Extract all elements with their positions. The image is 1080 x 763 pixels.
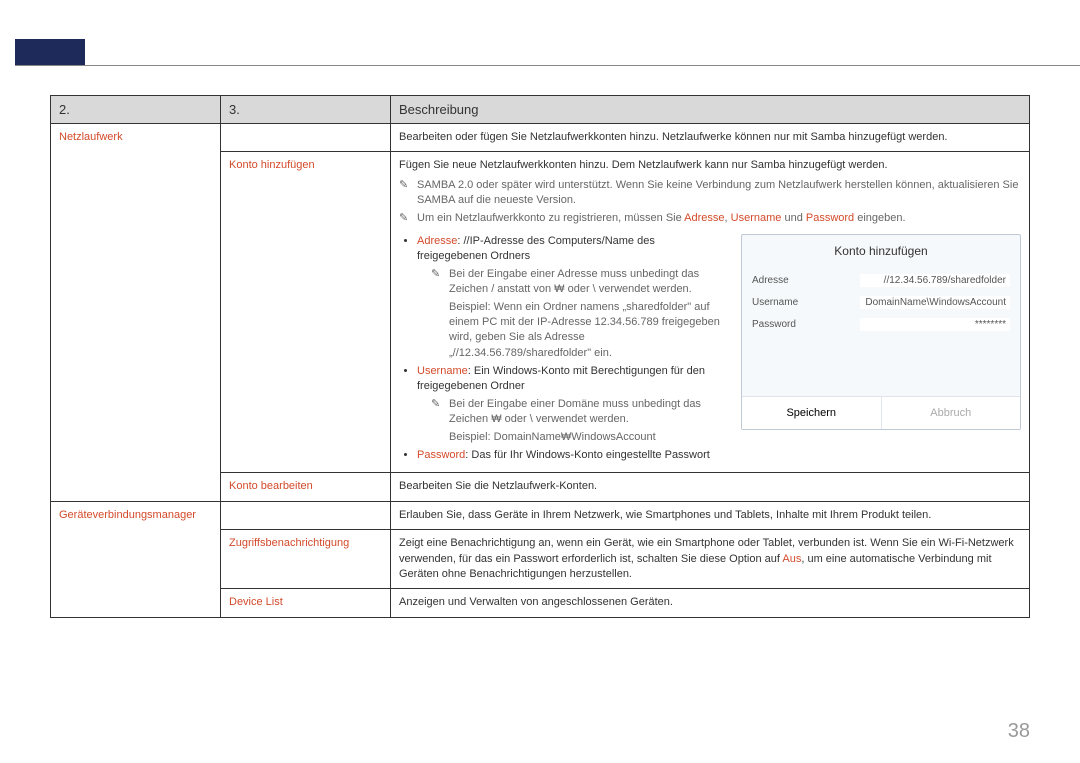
add-account-panel: Konto hinzufügen Adresse Username <box>741 234 1021 430</box>
description-table: 2. 3. Beschreibung Netzlaufwerk Bearbeit… <box>50 95 1030 618</box>
row-label: Konto hinzufügen <box>229 159 315 171</box>
row-desc: Erlauben Sie, dass Geräte in Ihrem Netzw… <box>391 501 1030 529</box>
pencil-icon: ✎ <box>399 178 411 209</box>
table-row: Geräteverbindungsmanager Erlauben Sie, d… <box>51 501 1030 529</box>
text: Fügen Sie neue Netzlaufwerkkonten hinzu.… <box>399 158 1021 173</box>
th-col2: 3. <box>221 96 391 124</box>
row-desc: Zeigt eine Benachrichtigung an, wenn ein… <box>391 530 1030 589</box>
page-content: 2. 3. Beschreibung Netzlaufwerk Bearbeit… <box>50 95 1030 618</box>
th-col3: Beschreibung <box>391 96 1030 124</box>
row-label: Netzlaufwerk <box>59 131 123 143</box>
page-number: 38 <box>1008 720 1030 743</box>
note-text: Beispiel: DomainName₩WindowsAccount <box>449 430 727 445</box>
password-field[interactable] <box>860 318 1010 331</box>
blank-icon <box>431 430 443 445</box>
table-row: Netzlaufwerk Bearbeiten oder fügen Sie N… <box>51 124 1030 152</box>
list-item: Password: Das für Ihr Windows-Konto eing… <box>417 448 727 463</box>
field-label: Adresse <box>752 274 789 288</box>
th-col1: 2. <box>51 96 221 124</box>
blank-icon <box>431 300 443 362</box>
pencil-icon: ✎ <box>431 397 443 428</box>
list-item: Username: Ein Windows-Konto mit Berechti… <box>417 364 727 445</box>
panel-title: Konto hinzufügen <box>742 235 1020 266</box>
header-rule <box>15 65 1080 66</box>
row-label: Zugriffsbenachrichtigung <box>229 537 349 549</box>
address-field[interactable] <box>860 274 1010 287</box>
row-label: Device List <box>229 596 283 608</box>
username-field[interactable] <box>860 296 1010 309</box>
row-desc: Bearbeiten oder fügen Sie Netzlaufwerkko… <box>391 124 1030 152</box>
pencil-icon: ✎ <box>431 267 443 298</box>
header-accent <box>15 39 85 65</box>
note-text: Bei der Eingabe einer Adresse muss unbed… <box>449 267 727 298</box>
pencil-icon: ✎ <box>399 211 411 226</box>
note-text: SAMBA 2.0 oder später wird unterstützt. … <box>417 178 1021 209</box>
row-desc: Bearbeiten Sie die Netzlaufwerk-Konten. <box>391 473 1030 501</box>
list-item: Adresse: //IP-Adresse des Computers/Name… <box>417 234 727 361</box>
note-text: Beispiel: Wenn ein Ordner namens „shared… <box>449 300 727 362</box>
field-label: Username <box>752 296 798 310</box>
cancel-button[interactable]: Abbruch <box>881 397 1021 429</box>
note-text: Bei der Eingabe einer Domäne muss unbedi… <box>449 397 727 428</box>
field-label: Password <box>752 318 796 332</box>
note-text: Um ein Netzlaufwerkkonto zu registrieren… <box>417 211 1021 226</box>
save-button[interactable]: Speichern <box>742 397 881 429</box>
row-desc: Anzeigen und Verwalten von angeschlossen… <box>391 589 1030 617</box>
row-label: Konto bearbeiten <box>229 480 313 492</box>
row-label: Geräteverbindungsmanager <box>59 509 196 521</box>
